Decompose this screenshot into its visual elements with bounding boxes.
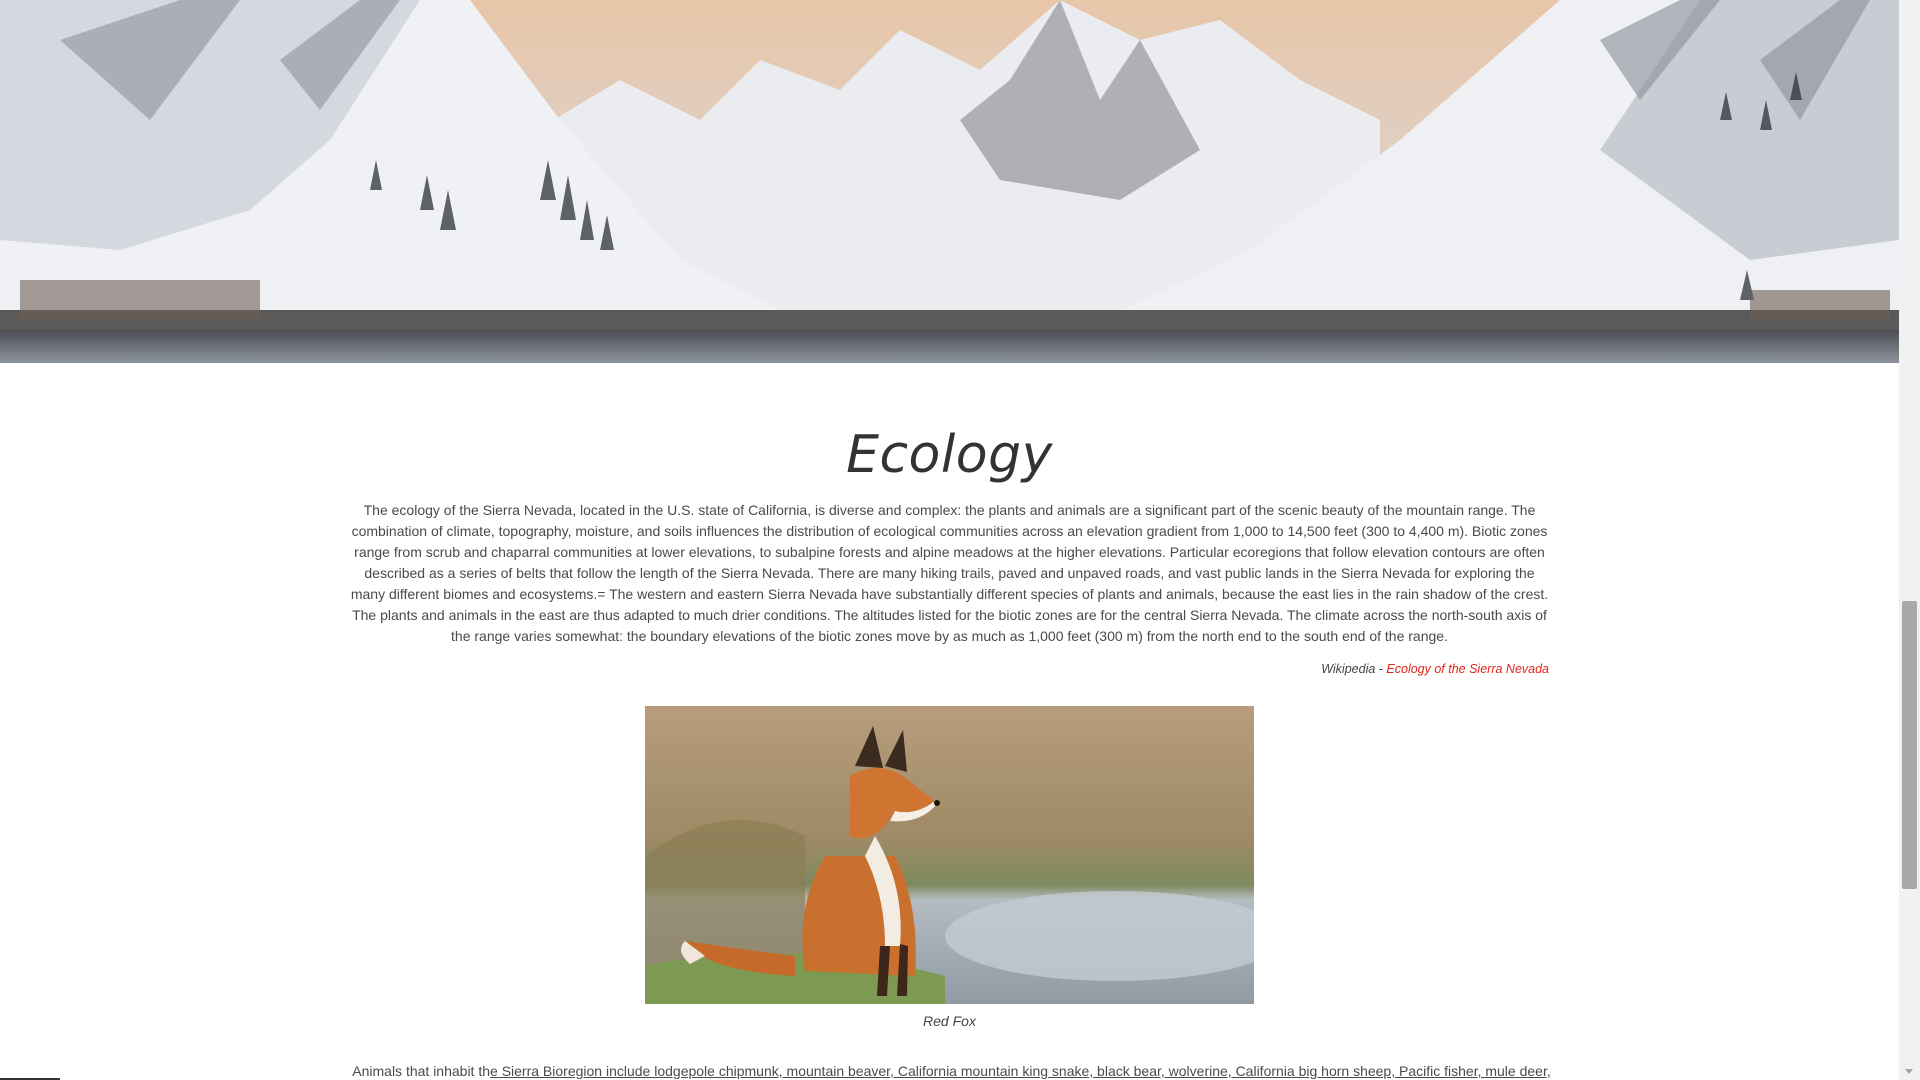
mountain-landscape bbox=[0, 0, 1899, 363]
scroll-down-arrow-icon[interactable] bbox=[1905, 1069, 1913, 1074]
citation-source: Wikipedia - bbox=[1321, 662, 1387, 676]
fox-illustration bbox=[645, 706, 1254, 1004]
scrollbar-thumb[interactable] bbox=[1902, 601, 1917, 889]
animals-paragraph-start: Animals that inhabit th bbox=[352, 1063, 491, 1079]
red-fox-photo bbox=[645, 706, 1254, 1004]
photo-caption: Red Fox bbox=[923, 1013, 976, 1029]
section-title: Ecology bbox=[846, 425, 1053, 485]
ecology-section: Ecology The ecology of the Sierra Nevada… bbox=[0, 363, 1899, 1080]
animals-paragraph-underlined: e Sierra Bioregion include lodgepole chi… bbox=[490, 1063, 1551, 1079]
vertical-scrollbar[interactable] bbox=[1899, 0, 1920, 1080]
ecology-paragraph: The ecology of the Sierra Nevada, locate… bbox=[350, 502, 1549, 644]
citation-link[interactable]: Ecology of the Sierra Nevada bbox=[1386, 662, 1549, 676]
hero-banner-image bbox=[0, 0, 1899, 363]
animals-paragraph: Animals that inhabit the Sierra Bioregio… bbox=[350, 1063, 1553, 1079]
citation: Wikipedia - Ecology of the Sierra Nevada bbox=[1321, 662, 1549, 676]
